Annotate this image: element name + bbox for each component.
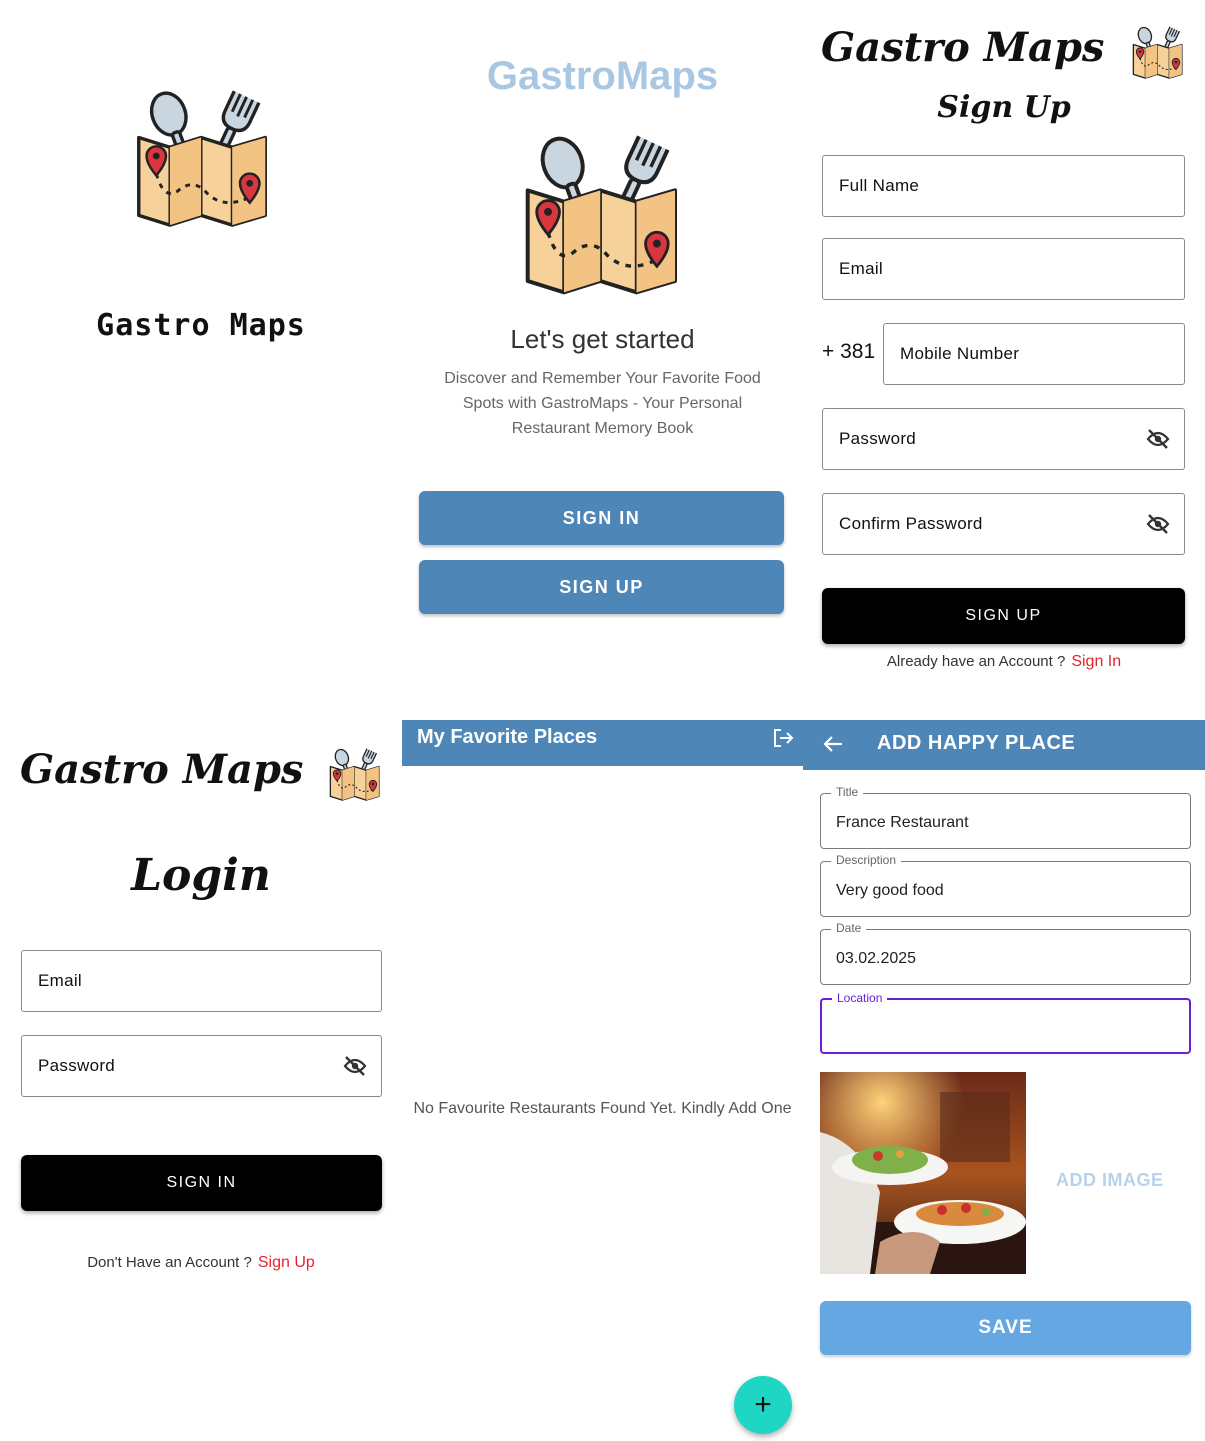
login-footer: Don't Have an Account ? Sign Up [0,1254,402,1272]
sign-in-button[interactable]: SIGN IN [419,491,784,545]
description-field[interactable]: Description Very good food [820,853,1191,917]
confirm-password-placeholder: Confirm Password [839,514,983,533]
app-logo-icon [132,84,274,230]
logout-icon[interactable] [771,726,795,750]
app-logo-icon [520,128,685,298]
login-submit-button[interactable]: SIGN IN [21,1155,382,1211]
arrow-left-icon[interactable] [821,732,845,756]
add-place-screen: ADD HAPPY PLACE Title France Restaurant … [803,720,1205,1441]
sign-up-link[interactable]: Sign Up [258,1254,315,1271]
app-logo-icon [1131,24,1185,80]
title-field-label: Title [831,785,864,799]
login-password-field[interactable]: Password [21,1035,382,1097]
login-screen: Gastro Maps Login Email Password SIGN IN… [0,720,402,1441]
favorites-screen: My Favorite Places No Favourite Restaura… [402,720,803,1441]
signup-brand-title: Gastro Maps [821,24,1105,71]
signup-heading: Sign Up [937,90,1071,125]
splash-screen: Gastro Maps [0,0,402,720]
signup-screen: Gastro Maps Sign Up Full Name Email + 38… [803,0,1205,720]
sign-in-link[interactable]: Sign In [1071,653,1121,670]
add-image-button[interactable]: ADD IMAGE [1056,1170,1164,1191]
date-field-label: Date [831,921,867,935]
place-photo [820,1072,1026,1274]
sign-up-button[interactable]: SIGN UP [419,560,784,614]
login-password-placeholder: Password [38,1056,116,1075]
date-field[interactable]: Date 03.02.2025 [820,921,1191,985]
email-placeholder: Email [839,259,884,278]
login-footer-text: Don't Have an Account ? [87,1254,252,1271]
eye-off-icon[interactable] [1146,512,1170,536]
add-place-button[interactable]: + [734,1376,792,1434]
welcome-headline: Let's get started [510,324,695,354]
description-field-label: Description [831,853,902,867]
favorites-app-bar: My Favorite Places [402,720,803,766]
mobile-placeholder: Mobile Number [900,344,1020,363]
login-email-field[interactable]: Email [21,950,382,1012]
add-place-title: ADD HAPPY PLACE [877,732,1076,754]
signup-footer-text: Already have an Account ? [886,653,1066,670]
title-field[interactable]: Title France Restaurant [820,785,1191,849]
signup-footer: Already have an Account ? Sign In [803,653,1205,671]
password-field[interactable]: Password [822,408,1185,470]
save-button[interactable]: SAVE [820,1301,1191,1355]
favorites-title: My Favorite Places [417,726,598,748]
login-email-placeholder: Email [38,971,83,990]
welcome-description: Discover and Remember Your Favorite Food… [444,370,761,437]
mobile-number-field[interactable]: Mobile Number [883,323,1185,385]
signup-submit-button[interactable]: SIGN UP [822,588,1185,644]
login-heading: Login [131,850,271,901]
password-placeholder: Password [839,429,917,448]
login-brand-title: Gastro Maps [20,746,304,793]
add-place-app-bar: ADD HAPPY PLACE [803,720,1205,770]
date-field-value: 03.02.2025 [836,950,917,967]
welcome-brand-name: GastroMaps [486,54,719,98]
splash-brand-name: Gastro Maps [96,308,306,343]
eye-off-icon[interactable] [343,1054,367,1078]
title-field-value: France Restaurant [836,814,969,831]
confirm-password-field[interactable]: Confirm Password [822,493,1185,555]
empty-state-message: No Favourite Restaurants Found Yet. Kind… [413,1100,792,1117]
full-name-field[interactable]: Full Name [822,155,1185,217]
email-field[interactable]: Email [822,238,1185,300]
full-name-placeholder: Full Name [839,176,920,195]
eye-off-icon[interactable] [1146,427,1170,451]
location-field-label: Location [832,991,888,1005]
location-field[interactable]: Location [820,991,1191,1054]
welcome-screen: GastroMaps Let's get started Discover an… [402,0,803,720]
country-code: + 381 [822,340,876,363]
description-field-value: Very good food [836,882,944,899]
plus-icon: + [754,1388,772,1421]
app-logo-icon [328,746,382,802]
